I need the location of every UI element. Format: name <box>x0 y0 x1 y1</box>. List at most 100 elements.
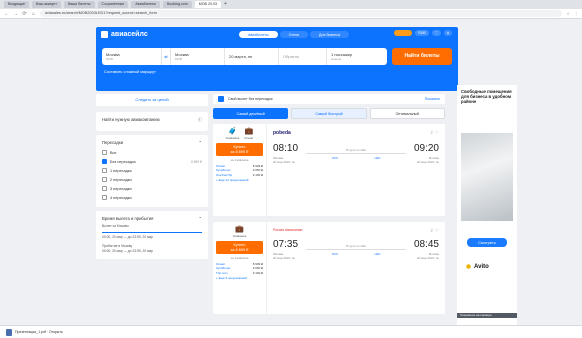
transfer-option[interactable]: Без пересадок 8 899 ₽ <box>102 157 202 166</box>
checkbox[interactable] <box>102 168 107 173</box>
info-icon[interactable]: ⓘ <box>198 117 202 123</box>
sort-fastest[interactable]: Самый быстрый <box>291 108 367 119</box>
browser-tab-active[interactable]: МОВ 20.03 <box>194 1 221 8</box>
airline-logo: pobeda <box>273 130 291 136</box>
alt-offer[interactable]: OneTwoTrip 9 100 ₽ <box>216 173 263 177</box>
find-tickets-button[interactable]: Найти билеты <box>392 48 452 65</box>
depart-date-field[interactable]: 20 марта, пн <box>225 48 279 65</box>
transfer-option[interactable]: 3 пересадки <box>102 184 202 193</box>
nav-business[interactable]: Для бизнеса <box>309 31 349 38</box>
arrival-time: 09:20 <box>413 143 439 154</box>
agency-icons: 💼 Aviakassa <box>216 226 263 238</box>
times-title[interactable]: Время вылета и прибытия ⌃ <box>102 216 202 221</box>
calendar-icon <box>218 96 224 102</box>
arrival-time-range: 00:00, 20 мар — до 23:59, 20 мар <box>102 249 154 253</box>
transfer-option[interactable]: 2 пересадки <box>102 175 202 184</box>
depart-time-slider[interactable] <box>102 232 202 233</box>
logo-text: авиасейлс <box>111 31 148 38</box>
airlines-title: Найти нужную авиакомпанию ⓘ <box>102 117 202 123</box>
site-header: авиасейлс Авиабилеты Отели Для бизнеса R… <box>96 27 458 91</box>
currency-selector[interactable]: RUB <box>415 30 429 36</box>
address-bar: ← → ⟳ ⌂ aviasales.ru/search/МОВ2003LED1?… <box>0 9 582 19</box>
forward-icon[interactable]: → <box>13 11 18 17</box>
star-icon[interactable]: ☆ <box>566 11 570 16</box>
browser-tab[interactable]: Авиабилеты <box>131 1 160 8</box>
promo-toggle[interactable] <box>394 30 413 36</box>
depart-time-range: 00:00, 20 мар — до 23:59, 20 мар <box>102 235 154 239</box>
via-agency: на Aviakassa <box>230 256 249 260</box>
transfer-option[interactable]: 1 пересадка <box>102 166 202 175</box>
airlines-panel: Найти нужную авиакомпанию ⓘ <box>96 112 208 131</box>
new-tab-icon[interactable]: + <box>224 1 227 8</box>
transfers-title[interactable]: Пересадки ⌃ <box>102 140 202 145</box>
return-date-field[interactable]: Обратно <box>279 48 327 65</box>
buy-button[interactable]: Купить за 8 899 ₽ <box>216 143 263 156</box>
alt-offer[interactable]: Trip.com 9 100 ₽ <box>216 271 263 275</box>
flight-duration: В пути 1ч 10м <box>306 148 406 154</box>
more-offers-link[interactable]: + Ещё 9 предложений <box>216 276 263 280</box>
ad-button[interactable]: Смотреть <box>467 238 507 247</box>
file-icon <box>6 328 12 336</box>
browser-tab[interactable]: Входящие <box>4 1 30 8</box>
depart-time-label: Вылет из Москвы <box>102 224 129 228</box>
ticket-details: Россия Авиалинии ⇪ ♡ 07:35 В пути 1ч 10м… <box>273 228 439 260</box>
menu-icon[interactable]: ⋮ <box>574 11 578 16</box>
browser-tab[interactable]: Booking.com <box>162 1 192 8</box>
top-nav: Авиабилеты Отели Для бизнеса <box>239 31 349 38</box>
browser-tab[interactable]: Ваши билеты <box>63 1 95 8</box>
checkbox[interactable] <box>102 195 107 200</box>
favorite-icon[interactable]: ♡ <box>435 228 439 233</box>
share-icon[interactable]: ⇪ <box>430 228 434 233</box>
favorites-icon[interactable]: ♡ <box>431 30 441 36</box>
reload-icon[interactable]: ⟳ <box>22 11 27 17</box>
checkbox[interactable] <box>102 186 107 191</box>
price-subscribe-button[interactable]: Следить за ценой <box>96 94 208 106</box>
chevron-up-icon: ⌃ <box>198 216 202 221</box>
share-icon[interactable]: ⇪ <box>430 130 434 135</box>
sort-optimal[interactable]: Оптимальный <box>369 108 445 119</box>
passengers-field[interactable]: 1 пассажир эконом <box>327 48 387 65</box>
ad-banner[interactable]: Свободные помещения для бизнеса в удобно… <box>457 85 517 330</box>
transfer-option[interactable]: Все <box>102 148 202 157</box>
buy-button[interactable]: Купить за 8 899 ₽ <box>216 241 263 254</box>
sort-cheapest[interactable]: Самый дешёвый <box>213 108 289 119</box>
origin-field[interactable]: Москва МОВ <box>102 48 162 65</box>
complex-route-link[interactable]: Составить сложный маршрут <box>104 70 156 74</box>
transfer-option[interactable]: 4 пересадки <box>102 193 202 202</box>
flight-places: Москва 20 мар 2023, пн SVO LED Москва 20 м… <box>273 252 439 260</box>
search-form: Москва МОВ ⇄ Москва МОВ 20 марта, пн Обр… <box>102 48 387 65</box>
browser-tabbar: Входящие Ваш аккаунт Ваши билеты Сохранё… <box>0 0 582 9</box>
checkbox[interactable] <box>102 150 107 155</box>
ticket-card[interactable]: 🧳 Aviakassa 💼 Oneair Купить за 8 899 ₽ на … <box>213 124 445 216</box>
via-agency: на Aviakassa <box>230 158 249 162</box>
agency: 🧳 Aviakassa <box>225 128 240 140</box>
more-offers-link[interactable]: + Ещё 12 предложений <box>216 178 263 182</box>
download-item[interactable]: Презентация_1.pdf · Открыть <box>15 330 63 334</box>
browser-tab[interactable]: Сохранённые <box>97 1 129 8</box>
checkbox-checked[interactable] <box>102 159 107 164</box>
site-logo[interactable]: авиасейлс <box>101 31 148 38</box>
home-icon[interactable]: ⌂ <box>31 11 36 17</box>
browser-tab[interactable]: Ваш аккаунт <box>32 1 61 8</box>
favorite-icon[interactable]: ♡ <box>435 130 439 135</box>
results: Свой вылет без пересадок Показать Самый … <box>213 94 445 320</box>
nav-flights[interactable]: Авиабилеты <box>239 31 278 38</box>
sort-tabs: Самый дешёвый Самый быстрый Оптимальный <box>213 108 445 119</box>
swap-icon[interactable]: ⇄ <box>162 48 171 65</box>
profile-icon[interactable]: ● <box>443 30 452 36</box>
destination-field[interactable]: Москва МОВ <box>171 48 225 65</box>
url-field[interactable]: aviasales.ru/search/МОВ2003LED1?request_… <box>40 10 563 17</box>
show-button[interactable]: Показать <box>425 97 440 101</box>
bag-icon: 💼 <box>235 226 244 233</box>
flight-duration: В пути 1ч 10м <box>306 244 406 250</box>
departure-time: 08:10 <box>273 143 299 154</box>
checkbox[interactable] <box>102 177 107 182</box>
avito-dots-icon <box>465 263 472 270</box>
nav-hotels[interactable]: Отели <box>279 31 308 38</box>
direct-flights-banner: Свой вылет без пересадок Показать <box>213 94 445 104</box>
ticket-card[interactable]: 💼 Aviakassa Купить за 8 899 ₽ на Aviakass… <box>213 222 445 314</box>
chevron-up-icon: ⌃ <box>198 140 202 145</box>
arrival-time: 08:45 <box>413 239 439 250</box>
back-icon[interactable]: ← <box>4 11 9 17</box>
suitcase-icon: 🧳 <box>228 128 237 135</box>
